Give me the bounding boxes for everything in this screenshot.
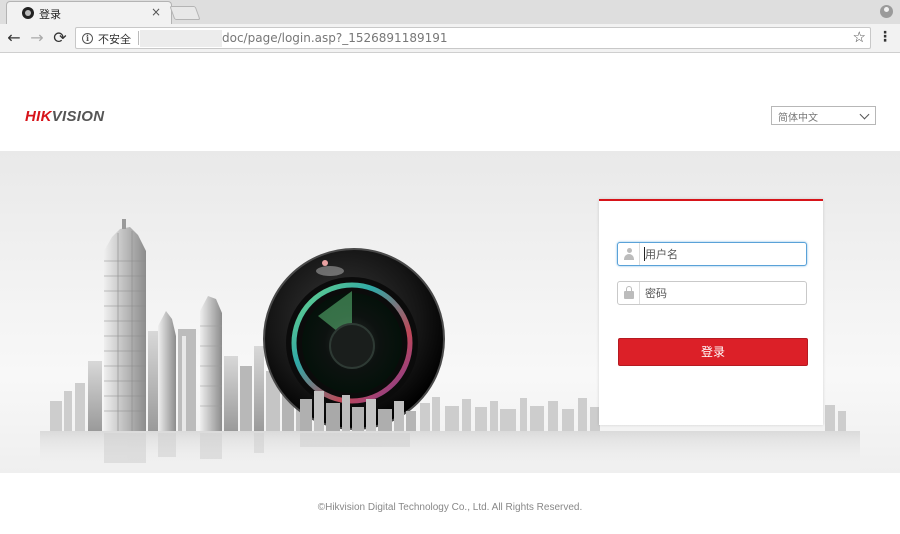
username-field[interactable] xyxy=(617,242,807,266)
back-button[interactable]: ← xyxy=(5,29,23,47)
lock-icon-body xyxy=(624,291,634,299)
password-icon-box xyxy=(618,282,640,304)
tab-close-icon[interactable]: × xyxy=(151,5,161,19)
login-panel: 登录 xyxy=(599,199,823,425)
logo-vision: VISION xyxy=(51,108,105,125)
logo-hik: HIK xyxy=(25,108,52,125)
reload-button[interactable]: ⟳ xyxy=(51,29,69,47)
new-tab-button[interactable] xyxy=(169,6,201,20)
url-redacted-area xyxy=(140,30,222,47)
browser-tabstrip: 登录 × xyxy=(0,0,900,24)
lock-icon xyxy=(624,286,634,299)
user-icon xyxy=(624,248,634,260)
forward-button[interactable]: → xyxy=(28,29,46,47)
chevron-down-icon xyxy=(859,109,870,120)
favicon-icon xyxy=(22,7,34,19)
browser-menu-icon[interactable]: ⋮ xyxy=(878,29,892,45)
login-page: HIKVISION 简体中文 用户名 登录 ©Hikvision Digital… xyxy=(0,54,900,534)
password-field[interactable] xyxy=(617,281,807,305)
password-input[interactable] xyxy=(645,284,803,302)
hikvision-logo: HIKVISION xyxy=(25,108,104,125)
copyright-footer: ©Hikvision Digital Technology Co., Ltd. … xyxy=(317,502,583,513)
language-value: 简体中文 xyxy=(778,113,818,124)
info-icon[interactable]: i xyxy=(82,33,93,44)
profile-icon[interactable] xyxy=(880,5,893,18)
url-text[interactable]: doc/page/login.asp?_1526891189191 xyxy=(222,31,448,45)
language-select[interactable]: 简体中文 xyxy=(771,106,876,125)
browser-toolbar: ← → ⟳ i 不安全 doc/page/login.asp?_15268911… xyxy=(0,24,900,53)
security-status[interactable]: 不安全 xyxy=(98,31,131,47)
username-icon-box xyxy=(618,243,640,265)
address-separator xyxy=(138,31,139,45)
user-icon-head xyxy=(626,248,632,253)
username-input[interactable] xyxy=(645,245,803,263)
browser-tab[interactable]: 登录 × xyxy=(6,1,172,24)
user-icon-body xyxy=(624,254,634,260)
login-button[interactable]: 登录 xyxy=(618,338,808,366)
address-bar[interactable]: i 不安全 doc/page/login.asp?_1526891189191 … xyxy=(75,27,871,49)
bookmark-star-icon[interactable]: ☆ xyxy=(853,28,866,46)
tab-title: 登录 xyxy=(39,8,61,21)
